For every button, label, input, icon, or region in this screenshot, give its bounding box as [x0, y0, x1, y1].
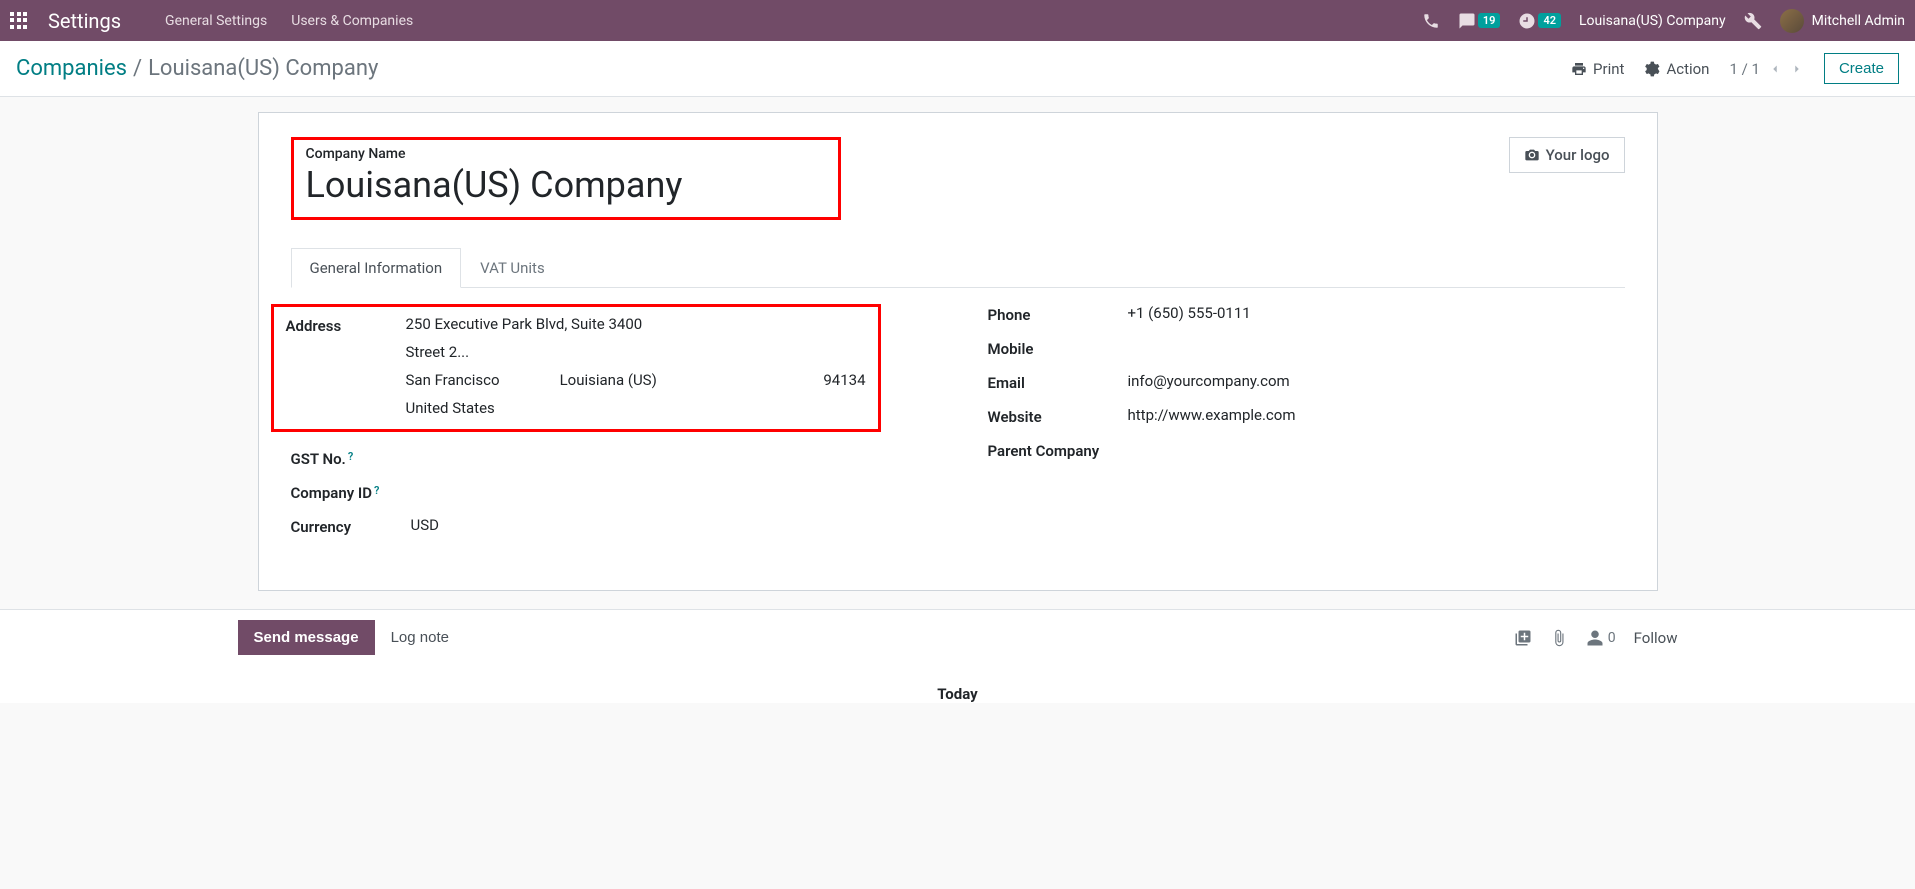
- followers-count: 0: [1608, 630, 1616, 646]
- log-note-button[interactable]: Log note: [375, 620, 465, 655]
- follow-button[interactable]: Follow: [1634, 629, 1678, 647]
- breadcrumb-current: Louisana(US) Company: [148, 56, 378, 81]
- print-label: Print: [1593, 60, 1624, 78]
- website-value[interactable]: http://www.example.com: [1128, 406, 1625, 426]
- messages-badge: 19: [1478, 13, 1501, 28]
- website-label: Website: [988, 406, 1128, 426]
- address-city[interactable]: San Francisco: [406, 371, 500, 389]
- attachment-clip-icon[interactable]: [1550, 629, 1568, 647]
- pager-text: 1 / 1: [1729, 60, 1760, 78]
- your-logo-label: Your logo: [1546, 146, 1610, 164]
- company-name-box: Company Name Louisana(US) Company: [291, 137, 841, 220]
- menu-general-settings[interactable]: General Settings: [165, 13, 267, 29]
- tab-general-information[interactable]: General Information: [291, 248, 462, 288]
- address-label: Address: [286, 315, 406, 417]
- company-id-label: Company ID?: [291, 482, 411, 502]
- gst-label: GST No.?: [291, 448, 411, 468]
- avatar: [1780, 9, 1804, 33]
- top-navbar: Settings General Settings Users & Compan…: [0, 0, 1915, 41]
- address-state[interactable]: Louisiana (US): [560, 371, 657, 389]
- gst-value[interactable]: [411, 448, 928, 468]
- attachments-icon[interactable]: [1514, 629, 1532, 647]
- pager: 1 / 1: [1729, 60, 1804, 78]
- form-sheet: Company Name Louisana(US) Company Your l…: [258, 112, 1658, 591]
- action-label: Action: [1666, 60, 1709, 78]
- address-street[interactable]: 250 Executive Park Blvd, Suite 3400: [406, 315, 866, 333]
- print-button[interactable]: Print: [1571, 60, 1624, 78]
- address-zip[interactable]: 94134: [823, 371, 865, 389]
- phone-value[interactable]: +1 (650) 555-0111: [1128, 304, 1625, 324]
- help-icon[interactable]: ?: [348, 450, 353, 463]
- company-name-label: Company Name: [306, 146, 826, 162]
- pager-prev-icon[interactable]: [1768, 62, 1782, 76]
- breadcrumb: Companies / Louisana(US) Company: [16, 56, 378, 81]
- help-icon[interactable]: ?: [374, 484, 379, 497]
- mobile-value[interactable]: [1128, 338, 1625, 358]
- debug-icon[interactable]: [1744, 12, 1762, 30]
- company-name-value[interactable]: Louisana(US) Company: [306, 164, 826, 207]
- email-value[interactable]: info@yourcompany.com: [1128, 372, 1625, 392]
- activities-badge: 42: [1538, 13, 1561, 28]
- menu-users-companies[interactable]: Users & Companies: [291, 13, 413, 29]
- company-switcher[interactable]: Louisana(US) Company: [1579, 13, 1726, 29]
- apps-icon[interactable]: [10, 12, 28, 30]
- your-logo-button[interactable]: Your logo: [1509, 137, 1625, 173]
- email-label: Email: [988, 372, 1128, 392]
- action-button[interactable]: Action: [1644, 60, 1709, 78]
- user-menu[interactable]: Mitchell Admin: [1780, 9, 1905, 33]
- currency-value[interactable]: USD: [411, 516, 928, 536]
- parent-company-value[interactable]: [1148, 440, 1625, 460]
- tabs: General Information VAT Units: [291, 248, 1625, 288]
- currency-label: Currency: [291, 516, 411, 536]
- address-country[interactable]: United States: [406, 399, 866, 417]
- camera-icon: [1524, 147, 1540, 163]
- phone-label: Phone: [988, 304, 1128, 324]
- today-separator: Today: [0, 665, 1915, 703]
- company-id-value[interactable]: [411, 482, 928, 502]
- send-message-button[interactable]: Send message: [238, 620, 375, 655]
- breadcrumb-separator: /: [133, 56, 142, 81]
- app-title[interactable]: Settings: [48, 9, 121, 33]
- pager-next-icon[interactable]: [1790, 62, 1804, 76]
- control-panel: Companies / Louisana(US) Company Print A…: [0, 41, 1915, 97]
- voip-icon[interactable]: [1422, 12, 1440, 30]
- followers-icon[interactable]: 0: [1586, 629, 1616, 647]
- chatter: Send message Log note 0 Follow Today: [0, 609, 1915, 703]
- parent-company-label: Parent Company: [988, 440, 1148, 460]
- activities-icon[interactable]: 42: [1518, 12, 1561, 30]
- tab-vat-units[interactable]: VAT Units: [461, 248, 564, 288]
- address-street2[interactable]: Street 2...: [406, 343, 866, 361]
- address-box: Address 250 Executive Park Blvd, Suite 3…: [271, 304, 881, 432]
- mobile-label: Mobile: [988, 338, 1128, 358]
- create-button[interactable]: Create: [1824, 53, 1899, 84]
- user-name: Mitchell Admin: [1812, 13, 1905, 29]
- messages-icon[interactable]: 19: [1458, 12, 1501, 30]
- breadcrumb-root[interactable]: Companies: [16, 56, 127, 81]
